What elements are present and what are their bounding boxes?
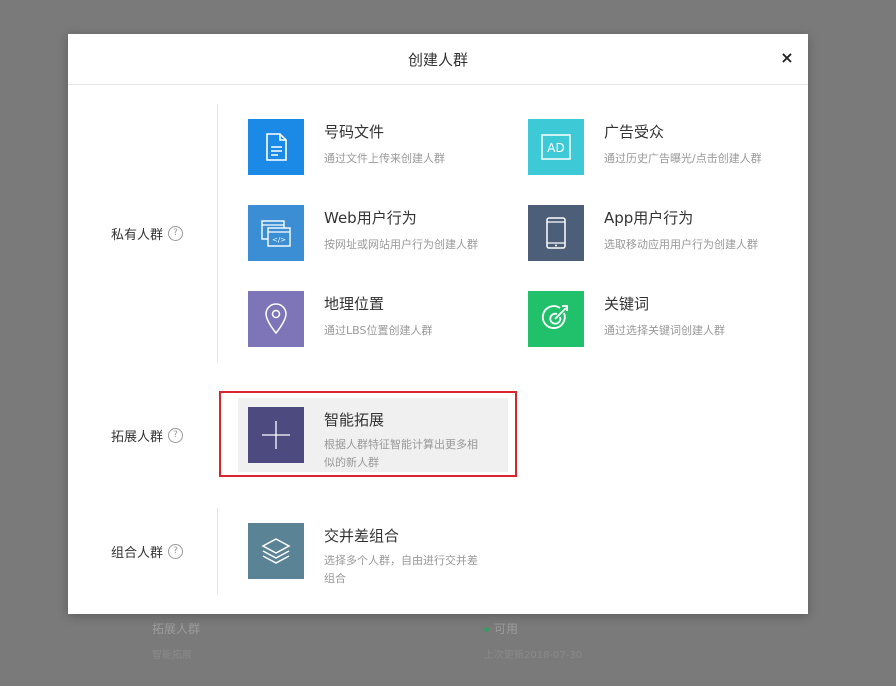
section-combine-label: 组合人群 <box>111 546 164 561</box>
mobile-phone-icon <box>528 205 584 261</box>
background-subtext: 智能拓展 <box>152 650 192 661</box>
dialog-header: 创建人群 × <box>68 34 808 85</box>
card-title: 交并差组合 <box>324 527 400 545</box>
card-title: Web用户行为 <box>324 209 417 227</box>
card-geo-location[interactable]: 地理位置 通过LBS位置创建人群 <box>248 291 432 347</box>
dialog-title: 创建人群 <box>407 50 468 69</box>
section-expand: 拓展人群 ? <box>111 426 184 445</box>
card-app-behavior[interactable]: App用户行为 选取移动应用用户行为创建人群 <box>528 205 758 261</box>
divider <box>217 508 218 594</box>
card-desc: 选择多个人群，自由进行交并差 组合 <box>324 552 478 588</box>
document-icon <box>248 119 304 175</box>
help-icon[interactable]: ? <box>168 226 184 241</box>
layers-icon <box>248 523 304 579</box>
card-title: 号码文件 <box>324 123 385 141</box>
card-desc: 通过历史广告曝光/点击创建人群 <box>604 152 762 165</box>
background-updated: 上次更新2018-07-30 <box>484 650 583 661</box>
selection-highlight <box>219 391 517 477</box>
help-icon[interactable]: ? <box>168 428 184 443</box>
help-icon[interactable]: ? <box>168 544 184 559</box>
svg-text:</>: </> <box>272 236 286 244</box>
card-desc: 按网址或网站用户行为创建人群 <box>324 238 478 251</box>
card-title: 关键词 <box>604 295 650 313</box>
card-title: 广告受众 <box>604 123 665 141</box>
close-icon[interactable]: × <box>778 49 796 67</box>
card-desc: 通过文件上传来创建人群 <box>324 152 445 165</box>
create-audience-dialog: 创建人群 × 私有人群 ? 拓展人群 ? 组合人群 ? 号码文件 通过文件上传来… <box>68 34 808 614</box>
card-desc-line: 选择多个人群，自由进行交并差 <box>324 554 478 567</box>
card-intersection[interactable]: 交并差组合 选择多个人群，自由进行交并差 组合 <box>248 523 478 588</box>
location-pin-icon <box>248 291 304 347</box>
card-title: 地理位置 <box>324 295 385 313</box>
card-desc: 通过选择关键词创建人群 <box>604 324 725 337</box>
card-desc-line: 组合 <box>324 572 346 585</box>
ad-icon: AD <box>528 119 584 175</box>
card-keyword[interactable]: 关键词 通过选择关键词创建人群 <box>528 291 725 347</box>
web-browser-icon: </> <box>248 205 304 261</box>
target-icon <box>528 291 584 347</box>
section-expand-label: 拓展人群 <box>111 430 164 445</box>
card-web-behavior[interactable]: </> Web用户行为 按网址或网站用户行为创建人群 <box>248 205 478 261</box>
card-title: App用户行为 <box>604 209 694 227</box>
background-text: 拓展人群 <box>152 622 201 636</box>
section-combine: 组合人群 ? <box>111 542 184 561</box>
card-number-file[interactable]: 号码文件 通过文件上传来创建人群 <box>248 119 445 175</box>
section-private-label: 私有人群 <box>111 228 164 243</box>
card-desc: 选取移动应用用户行为创建人群 <box>604 238 758 251</box>
section-private: 私有人群 ? <box>111 224 184 243</box>
divider <box>217 104 218 362</box>
status-dot <box>484 627 489 632</box>
card-desc: 通过LBS位置创建人群 <box>324 324 433 337</box>
card-ad-audience[interactable]: AD 广告受众 通过历史广告曝光/点击创建人群 <box>528 119 762 175</box>
svg-text:AD: AD <box>547 141 564 155</box>
background-status: 可用 <box>494 622 519 636</box>
